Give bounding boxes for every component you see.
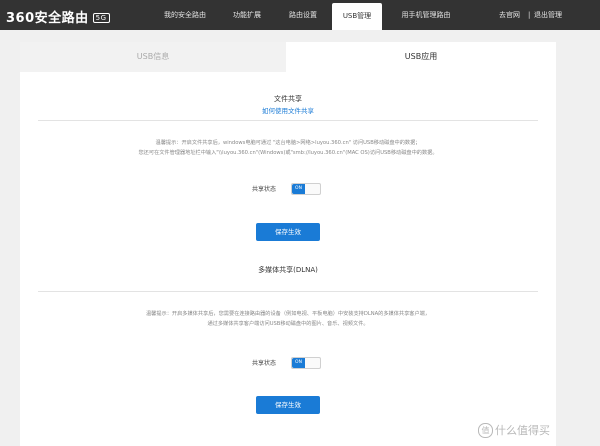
file-share-status-label: 共享状态 bbox=[252, 186, 277, 193]
dlna-title: 多媒体共享(DLNA) bbox=[258, 266, 318, 274]
nav-mobile-management[interactable]: 用手机管理路由 bbox=[386, 0, 466, 30]
section-divider bbox=[38, 291, 538, 292]
file-share-tip-line2: 您还可在文件管理器地址栏中输入"\\luyou.360.cn"(Windows)… bbox=[138, 150, 438, 156]
dlna-status-label: 共享状态 bbox=[252, 360, 277, 367]
link-separator: | bbox=[528, 11, 531, 19]
watermark-badge: 值 bbox=[478, 423, 493, 438]
router-logo[interactable]: 360安全路由 5G bbox=[6, 7, 110, 26]
toggle-on-label: ON bbox=[292, 184, 305, 194]
section-divider bbox=[38, 120, 538, 121]
logo-text: 360安全路由 bbox=[6, 11, 89, 26]
dlna-save-button[interactable]: 保存生效 bbox=[256, 396, 320, 414]
file-share-save-button[interactable]: 保存生效 bbox=[256, 223, 320, 241]
logout-link[interactable]: 退出管理 bbox=[534, 0, 562, 30]
nav-my-router[interactable]: 我的安全路由 bbox=[150, 0, 220, 30]
nav-extensions[interactable]: 功能扩展 bbox=[222, 0, 272, 30]
dlna-tip-line2: 通过多媒体共享客户端访问USB移动磁盘中的图片、音乐、视频文件。 bbox=[207, 321, 369, 327]
tab-usb-apps[interactable]: USB应用 bbox=[286, 42, 556, 72]
tab-usb-info[interactable]: USB信息 bbox=[20, 42, 286, 72]
toggle-on-label: ON bbox=[292, 358, 305, 368]
nav-usb-management[interactable]: USB管理 bbox=[332, 3, 382, 30]
usb-panel: USB信息 USB应用 文件共享 如何使用文件共享 温馨提示：开启文件共享后，w… bbox=[20, 42, 556, 446]
file-share-help-link[interactable]: 如何使用文件共享 bbox=[20, 105, 556, 115]
file-share-tip-line1: 温馨提示：开启文件共享后，windows电脑可通过 "这台电脑>网络>luyou… bbox=[155, 140, 421, 146]
nav-router-settings[interactable]: 路由设置 bbox=[276, 0, 330, 30]
dlna-tip-line1: 温馨提示：开启多媒体共享后，您需要在连接路由器的设备（例如电视、平板电脑）中安装… bbox=[145, 311, 431, 317]
file-share-toggle[interactable]: ON bbox=[291, 183, 321, 195]
watermark: 值什么值得买 bbox=[478, 422, 550, 438]
file-share-title: 文件共享 bbox=[274, 95, 302, 103]
official-site-link[interactable]: 去官网 bbox=[499, 0, 520, 30]
usb-tabs: USB信息 USB应用 bbox=[20, 42, 556, 72]
top-navbar: 360安全路由 5G 我的安全路由 功能扩展 路由设置 USB管理 用手机管理路由… bbox=[0, 0, 600, 30]
watermark-text: 什么值得买 bbox=[495, 424, 550, 437]
dlna-toggle[interactable]: ON bbox=[291, 357, 321, 369]
logo-5g-badge: 5G bbox=[92, 13, 110, 23]
